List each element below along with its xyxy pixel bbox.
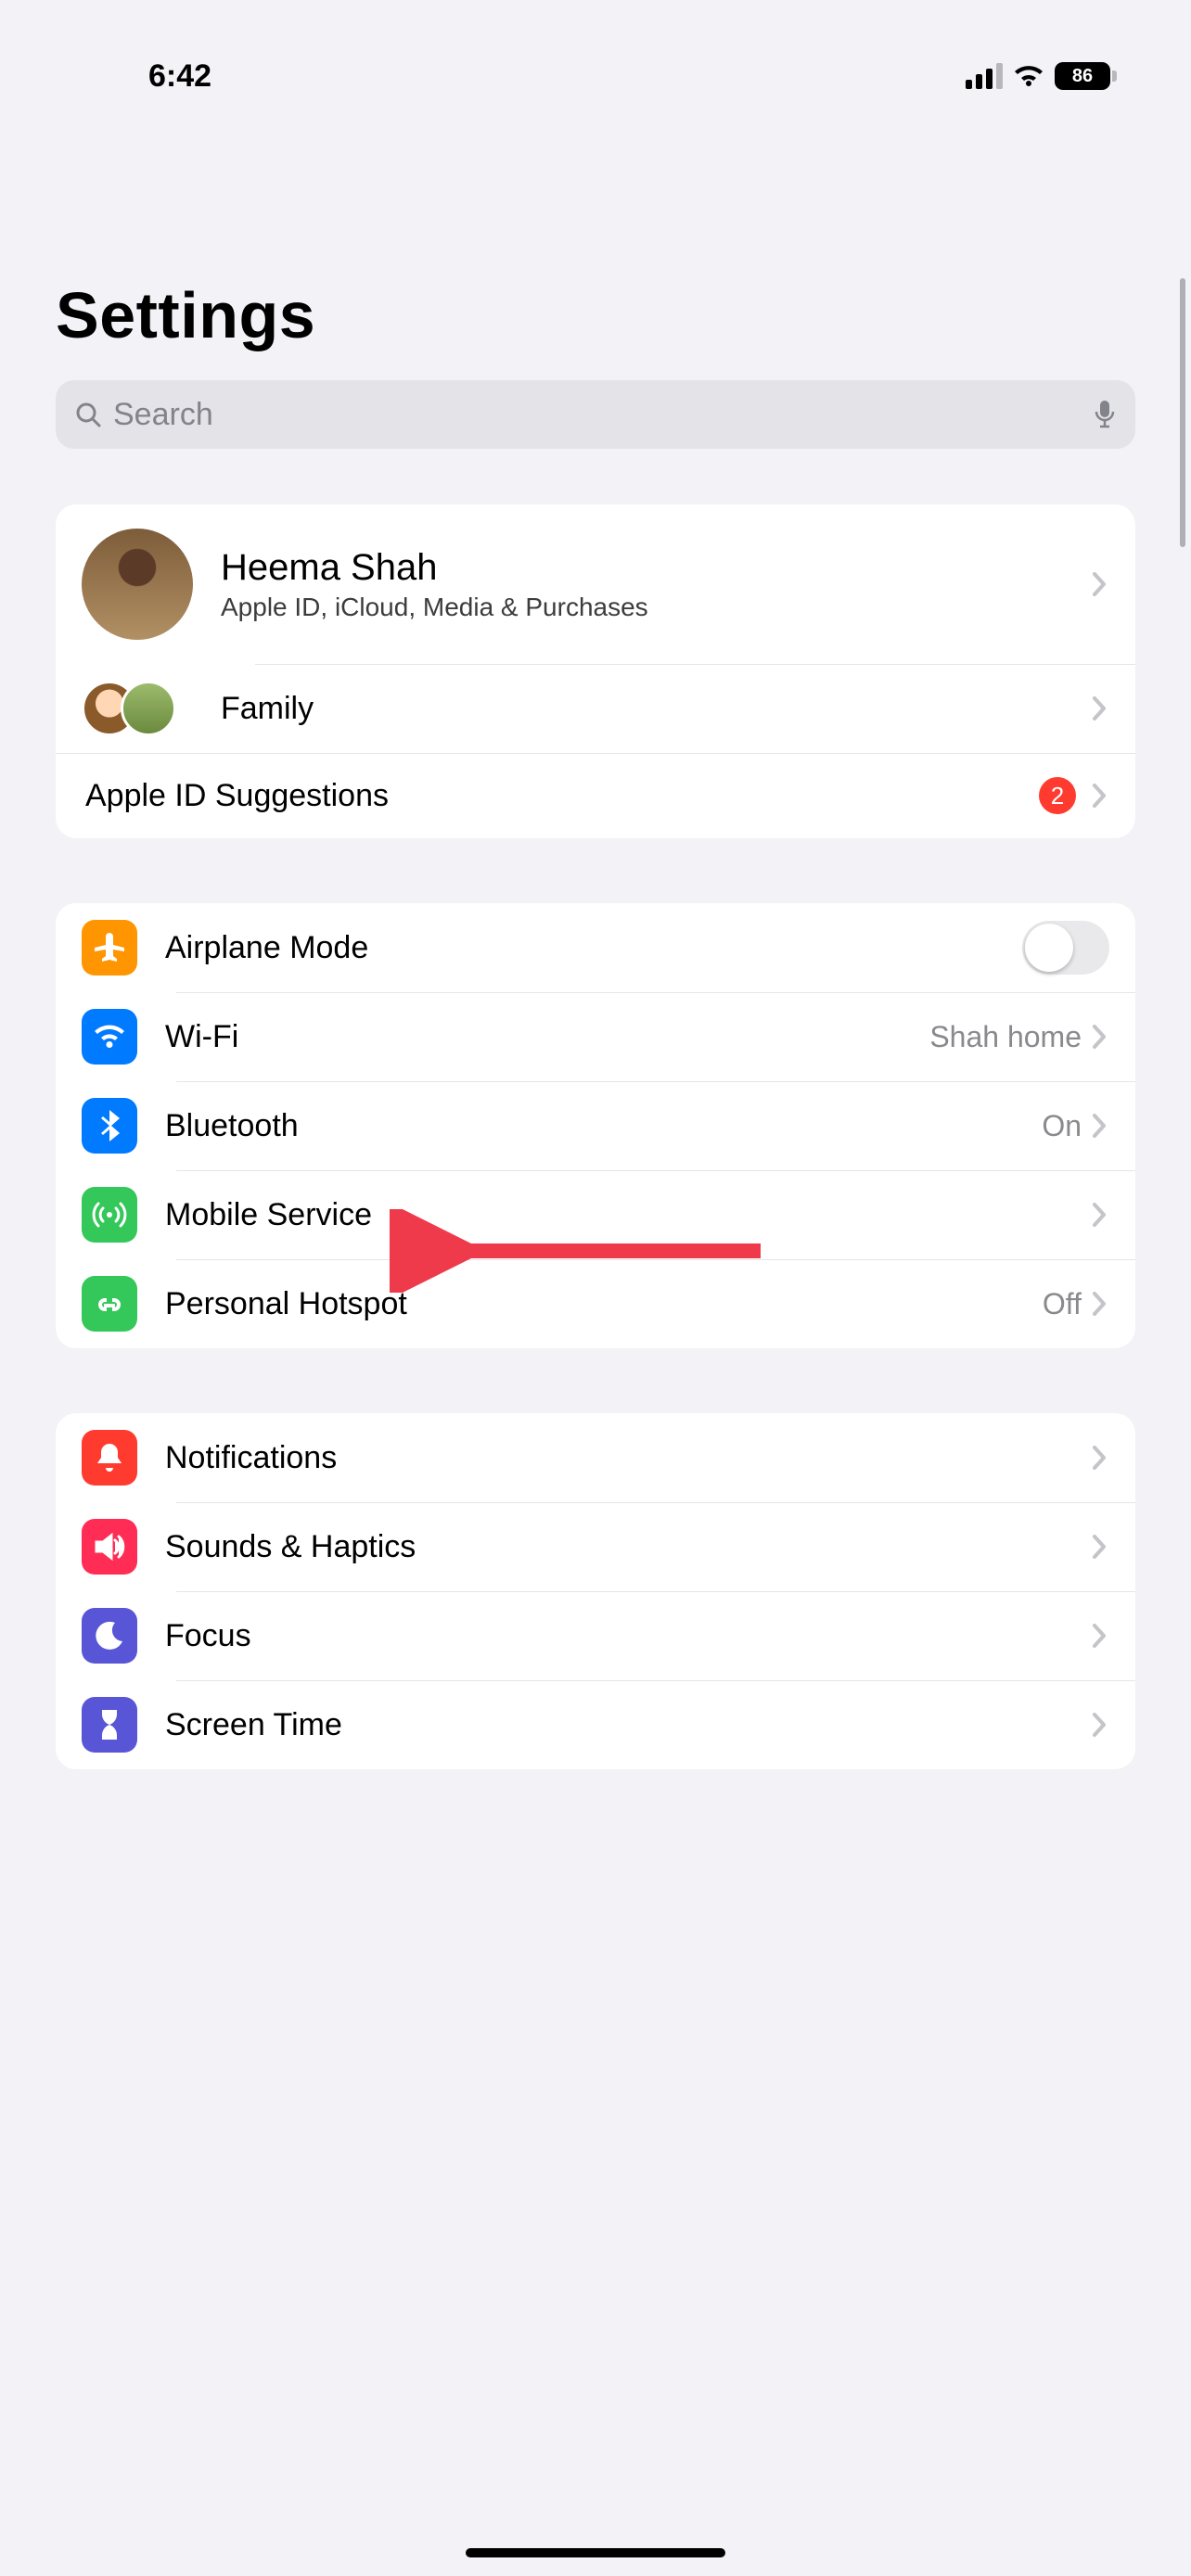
- mobile-label: Mobile Service: [165, 1197, 1091, 1233]
- wifi-setting-icon: [82, 1009, 137, 1065]
- family-avatars: [82, 681, 193, 736]
- chevron-right-icon: [1091, 1444, 1109, 1472]
- bluetooth-detail: On: [1042, 1109, 1082, 1143]
- status-right: 86: [966, 62, 1117, 90]
- focus-icon: [82, 1608, 137, 1664]
- chevron-right-icon: [1091, 1023, 1109, 1051]
- chevron-right-icon: [1091, 1201, 1109, 1229]
- profile-group: Heema Shah Apple ID, iCloud, Media & Pur…: [56, 504, 1135, 838]
- cellular-signal-icon: [966, 63, 1003, 89]
- airplane-toggle[interactable]: [1022, 921, 1109, 975]
- profile-avatar: [82, 529, 193, 640]
- suggestions-badge: 2: [1039, 777, 1076, 814]
- screen-time-row[interactable]: Screen Time: [56, 1680, 1135, 1769]
- family-label: Family: [221, 691, 1091, 727]
- chevron-right-icon: [1091, 570, 1109, 598]
- suggestions-label: Apple ID Suggestions: [85, 778, 1039, 814]
- page-title: Settings: [0, 111, 1191, 380]
- profile-subtitle: Apple ID, iCloud, Media & Purchases: [221, 593, 1091, 622]
- screen-time-label: Screen Time: [165, 1707, 1091, 1743]
- bluetooth-icon: [82, 1098, 137, 1154]
- chevron-right-icon: [1091, 1290, 1109, 1318]
- airplane-label: Airplane Mode: [165, 930, 1022, 966]
- hotspot-icon: [82, 1276, 137, 1332]
- chevron-right-icon: [1091, 782, 1109, 810]
- sounds-icon: [82, 1519, 137, 1575]
- focus-label: Focus: [165, 1618, 1091, 1654]
- sounds-label: Sounds & Haptics: [165, 1529, 1091, 1565]
- focus-row[interactable]: Focus: [56, 1591, 1135, 1680]
- search-field[interactable]: [56, 380, 1135, 449]
- sounds-row[interactable]: Sounds & Haptics: [56, 1502, 1135, 1591]
- chevron-right-icon: [1091, 1112, 1109, 1140]
- hotspot-label: Personal Hotspot: [165, 1286, 1043, 1322]
- preferences-group: Notifications Sounds & Haptics Focus Scr…: [56, 1413, 1135, 1769]
- home-indicator: [466, 2548, 725, 2557]
- family-row[interactable]: Family: [56, 664, 1135, 753]
- search-wrap: [56, 380, 1135, 449]
- notifications-row[interactable]: Notifications: [56, 1413, 1135, 1502]
- wifi-detail: Shah home: [929, 1020, 1082, 1054]
- screen-time-icon: [82, 1697, 137, 1753]
- chevron-right-icon: [1091, 1533, 1109, 1561]
- chevron-right-icon: [1091, 1711, 1109, 1739]
- wifi-row[interactable]: Wi-Fi Shah home: [56, 992, 1135, 1081]
- mobile-service-row[interactable]: Mobile Service: [56, 1170, 1135, 1259]
- status-bar: 6:42 86: [0, 0, 1191, 111]
- connectivity-group: Airplane Mode Wi-Fi Shah home Bluetooth …: [56, 903, 1135, 1348]
- airplane-mode-row[interactable]: Airplane Mode: [56, 903, 1135, 992]
- chevron-right-icon: [1091, 1622, 1109, 1650]
- bluetooth-row[interactable]: Bluetooth On: [56, 1081, 1135, 1170]
- hotspot-detail: Off: [1043, 1287, 1082, 1321]
- personal-hotspot-row[interactable]: Personal Hotspot Off: [56, 1259, 1135, 1348]
- notifications-label: Notifications: [165, 1440, 1091, 1476]
- wifi-icon: [1012, 62, 1045, 90]
- airplane-icon: [82, 920, 137, 976]
- profile-name: Heema Shah: [221, 547, 1091, 589]
- apple-id-row[interactable]: Heema Shah Apple ID, iCloud, Media & Pur…: [56, 504, 1135, 664]
- status-time: 6:42: [148, 58, 211, 95]
- cellular-icon: [82, 1187, 137, 1243]
- wifi-label: Wi-Fi: [165, 1019, 929, 1055]
- battery-level: 86: [1055, 62, 1110, 90]
- bluetooth-label: Bluetooth: [165, 1108, 1042, 1144]
- scroll-indicator: [1180, 278, 1185, 547]
- microphone-icon[interactable]: [1093, 399, 1117, 430]
- chevron-right-icon: [1091, 695, 1109, 722]
- search-input[interactable]: [113, 397, 1082, 433]
- battery-icon: 86: [1055, 62, 1117, 90]
- apple-id-suggestions-row[interactable]: Apple ID Suggestions 2: [56, 753, 1135, 838]
- notifications-icon: [82, 1430, 137, 1486]
- search-icon: [74, 401, 102, 428]
